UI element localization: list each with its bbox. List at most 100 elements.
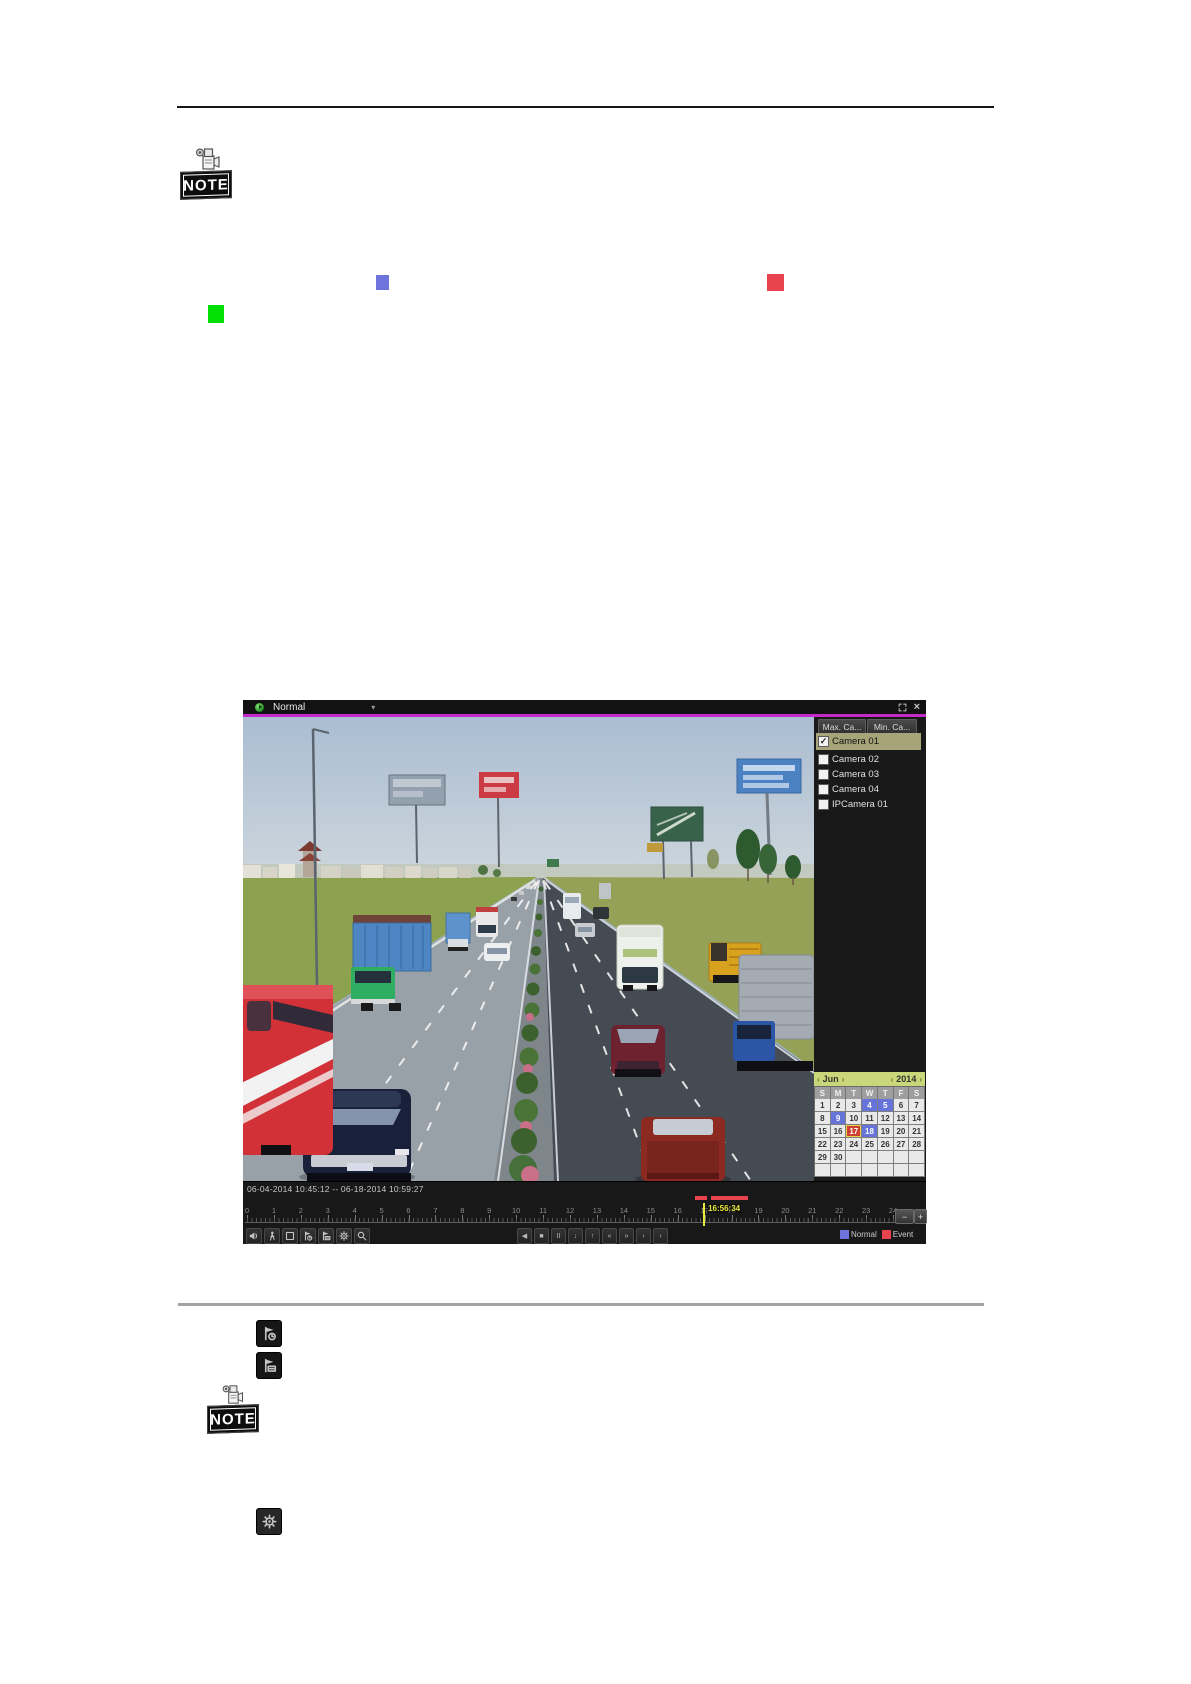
event-legend-swatch bbox=[881, 1230, 891, 1239]
calendar-day-cell[interactable]: 7 bbox=[909, 1099, 925, 1112]
calendar-day-cell[interactable]: 22 bbox=[815, 1138, 831, 1151]
calendar-day-cell[interactable]: 11 bbox=[862, 1112, 878, 1125]
calendar-day-cell bbox=[846, 1151, 863, 1164]
calendar-prev-year-icon[interactable]: ‹ bbox=[891, 1075, 894, 1084]
calendar-day-cell[interactable]: 15 bbox=[815, 1125, 831, 1138]
calendar-day-cell[interactable]: 13 bbox=[893, 1112, 910, 1125]
event-record-color-swatch bbox=[767, 274, 784, 291]
calendar-day-cell[interactable]: 2 bbox=[830, 1099, 847, 1112]
calendar-day-cell[interactable]: 12 bbox=[877, 1112, 894, 1125]
camera-checkbox[interactable] bbox=[818, 754, 829, 765]
event-record-segment bbox=[695, 1196, 708, 1200]
calendar-year-label: 2014 bbox=[896, 1074, 917, 1084]
close-icon[interactable]: × bbox=[914, 702, 920, 713]
calendar-day-header: F bbox=[894, 1087, 910, 1099]
timeline-playhead[interactable] bbox=[703, 1203, 706, 1226]
camera-label: Camera 03 bbox=[832, 769, 879, 780]
timeline-hour-label: 12 bbox=[565, 1206, 575, 1215]
file-management-button[interactable] bbox=[336, 1228, 352, 1244]
reverse-play-button[interactable]: ◀ bbox=[517, 1228, 532, 1244]
calendar-day-cell[interactable]: 5 bbox=[877, 1099, 894, 1112]
calendar-next-month-icon[interactable]: › bbox=[842, 1075, 845, 1084]
camera-doodle-icon bbox=[220, 1384, 246, 1405]
video-frame[interactable] bbox=[243, 717, 814, 1181]
note-icon: NOTE bbox=[180, 147, 250, 200]
calendar-day-cell[interactable]: 10 bbox=[846, 1112, 863, 1125]
calendar-day-cell[interactable]: 6 bbox=[893, 1099, 910, 1112]
highway-scene bbox=[243, 717, 814, 1181]
calendar-day-cell[interactable]: 18 bbox=[862, 1125, 878, 1138]
calendar-day-cell[interactable]: 19 bbox=[877, 1125, 894, 1138]
calendar-day-header: M bbox=[831, 1087, 847, 1099]
thirty-sec-forward-button[interactable]: ↑ bbox=[585, 1228, 600, 1244]
calendar-day-cell[interactable]: 20 bbox=[893, 1125, 910, 1138]
normal-legend-label: Normal bbox=[851, 1230, 877, 1239]
camera-label: Camera 01 bbox=[832, 736, 879, 747]
max-camera-button[interactable]: Max. Ca... bbox=[818, 719, 866, 734]
page-header-rule bbox=[177, 106, 994, 108]
calendar-prev-month-icon[interactable]: ‹ bbox=[817, 1075, 820, 1084]
calendar-next-year-icon[interactable]: › bbox=[919, 1075, 922, 1084]
draw-quadrilateral-button[interactable] bbox=[282, 1228, 298, 1244]
calendar-day-cell[interactable]: 26 bbox=[877, 1138, 894, 1151]
calendar-day-headers: SMTWTFS bbox=[814, 1086, 925, 1099]
calendar-day-cell[interactable]: 16 bbox=[830, 1125, 847, 1138]
timeline-hour-label: 3 bbox=[325, 1206, 330, 1215]
camera-checkbox[interactable] bbox=[818, 799, 829, 810]
speed-up-button[interactable]: » bbox=[619, 1228, 634, 1244]
previous-file-button[interactable]: ‹ bbox=[636, 1228, 651, 1244]
min-camera-button[interactable]: Min. Ca... bbox=[867, 719, 917, 734]
calendar-day-cell[interactable]: 25 bbox=[862, 1138, 878, 1151]
calendar-day-header: T bbox=[878, 1087, 894, 1099]
calendar-day-cell[interactable]: 27 bbox=[893, 1138, 910, 1151]
timeline-hour-label: 14 bbox=[619, 1206, 629, 1215]
clip-end-button[interactable] bbox=[318, 1228, 334, 1244]
camera-list-item[interactable]: Camera 03 bbox=[816, 767, 921, 782]
calendar-day-cell[interactable]: 14 bbox=[909, 1112, 925, 1125]
digital-zoom-button[interactable] bbox=[354, 1228, 370, 1244]
smart-search-button[interactable] bbox=[264, 1228, 280, 1244]
slow-down-button[interactable]: « bbox=[602, 1228, 617, 1244]
calendar-day-cell bbox=[893, 1151, 910, 1164]
camera-label: Camera 04 bbox=[832, 784, 879, 795]
calendar-day-cell bbox=[909, 1151, 925, 1164]
calendar-day-cell[interactable]: 17 bbox=[846, 1125, 863, 1138]
calendar-day-header: T bbox=[846, 1087, 863, 1099]
chevron-down-icon[interactable]: ▾ bbox=[371, 703, 375, 712]
timeline-zoom-out-button[interactable]: − bbox=[895, 1209, 914, 1224]
stop-button[interactable]: ■ bbox=[534, 1228, 549, 1244]
camera-checkbox[interactable] bbox=[818, 784, 829, 795]
record-type-legend: Normal Event bbox=[840, 1230, 916, 1239]
camera-checkbox[interactable] bbox=[818, 769, 829, 780]
calendar-day-cell[interactable]: 4 bbox=[862, 1099, 878, 1112]
timeline-hour-label: 5 bbox=[379, 1206, 384, 1215]
timeline-hour-label: 20 bbox=[781, 1206, 790, 1215]
event-legend-label: Event bbox=[892, 1230, 914, 1239]
calendar-day-cell[interactable]: 1 bbox=[815, 1099, 831, 1112]
next-file-button[interactable]: › bbox=[653, 1228, 668, 1244]
calendar-day-cell[interactable]: 21 bbox=[909, 1125, 925, 1138]
calendar-day-cell[interactable]: 9 bbox=[830, 1112, 847, 1125]
calendar-day-cell[interactable]: 3 bbox=[846, 1099, 863, 1112]
camera-checkbox[interactable]: ✓ bbox=[818, 736, 829, 747]
camera-doodle-icon bbox=[193, 147, 223, 171]
calendar-day-cell[interactable]: 8 bbox=[815, 1112, 831, 1125]
pause-button[interactable]: II bbox=[551, 1228, 566, 1244]
playback-interface-screenshot: Normal ▾ × Max. Ca... Min. Ca... ✓ Camer… bbox=[243, 700, 927, 1244]
calendar-day-cell[interactable]: 24 bbox=[846, 1138, 863, 1151]
thirty-sec-back-button[interactable]: ↓ bbox=[568, 1228, 583, 1244]
camera-list-item[interactable]: IPCamera 01 bbox=[816, 797, 921, 812]
camera-list-item[interactable]: Camera 04 bbox=[816, 782, 921, 797]
timeline-zoom-in-button[interactable]: + bbox=[914, 1209, 927, 1224]
camera-list-item[interactable]: Camera 02 bbox=[816, 752, 921, 767]
calendar-day-cell[interactable]: 28 bbox=[909, 1138, 925, 1151]
playback-transport-buttons: ◀ ■ II ↓ ↑ «» ‹ › bbox=[517, 1228, 668, 1244]
camera-list-item[interactable]: ✓ Camera 01 bbox=[816, 733, 921, 750]
calendar-day-cell[interactable]: 23 bbox=[830, 1138, 847, 1151]
timeline-hour-label: 1 bbox=[271, 1206, 276, 1215]
calendar-day-cell[interactable]: 30 bbox=[830, 1151, 847, 1164]
clip-start-button[interactable] bbox=[300, 1228, 316, 1244]
restore-window-icon[interactable] bbox=[898, 703, 907, 712]
calendar-day-cell[interactable]: 29 bbox=[815, 1151, 831, 1164]
audio-on-button[interactable] bbox=[246, 1228, 262, 1244]
